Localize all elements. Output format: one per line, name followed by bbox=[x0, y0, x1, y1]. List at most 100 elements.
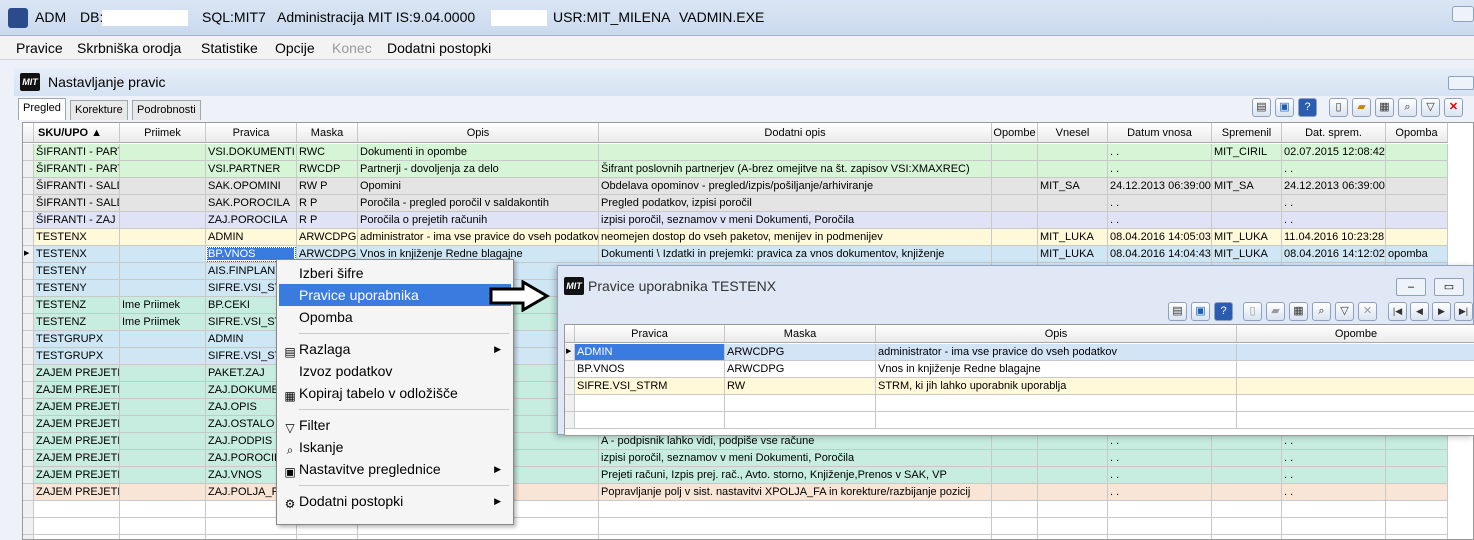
table-cell[interactable]: . . bbox=[1108, 450, 1212, 467]
next-record-icon[interactable]: ▶ bbox=[1432, 302, 1451, 321]
table-cell[interactable]: . . bbox=[1282, 484, 1386, 501]
table-cell[interactable]: ŠIFRANTI - PART bbox=[34, 161, 120, 178]
folder-icon[interactable]: ▰ bbox=[1266, 302, 1285, 321]
minimize-button[interactable] bbox=[1452, 6, 1474, 22]
table-cell[interactable]: STRM, ki jih lahko uporabnik uporablja bbox=[876, 378, 1237, 395]
search-icon[interactable]: ⌕ bbox=[1398, 98, 1417, 117]
table-cell[interactable]: 08.04.2016 14:12:02 bbox=[1282, 246, 1386, 263]
table-cell[interactable]: . . bbox=[1282, 212, 1386, 229]
table-cell[interactable]: Opomini bbox=[358, 178, 599, 195]
row-indicator[interactable] bbox=[23, 195, 34, 212]
table-cell[interactable]: TESTENZ bbox=[34, 297, 120, 314]
row-indicator[interactable] bbox=[23, 178, 34, 195]
table-cell[interactable]: MIT_SA bbox=[1212, 178, 1282, 195]
table-cell[interactable] bbox=[1038, 144, 1108, 161]
folder-icon[interactable]: ▰ bbox=[1352, 98, 1371, 117]
close-icon[interactable]: ✕ bbox=[1358, 302, 1377, 321]
sub-maximize-button[interactable]: ▭ bbox=[1434, 278, 1464, 296]
menu-item-pravice-uporabnika[interactable]: Pravice uporabnika bbox=[279, 284, 511, 306]
table-cell[interactable] bbox=[120, 246, 206, 263]
table-cell[interactable]: ZAJEM PREJETI bbox=[34, 433, 120, 450]
table-cell[interactable] bbox=[120, 229, 206, 246]
table-cell[interactable]: VSI.DOKUMENTI bbox=[206, 144, 297, 161]
menu-item-filter[interactable]: ▽ Filter bbox=[279, 414, 511, 436]
table-cell[interactable] bbox=[1212, 161, 1282, 178]
column-header[interactable]: Opis bbox=[876, 325, 1237, 343]
table-cell[interactable]: . . bbox=[1108, 467, 1212, 484]
table-cell[interactable] bbox=[120, 416, 206, 433]
table-cell[interactable]: Ime Priimek bbox=[120, 297, 206, 314]
row-indicator[interactable] bbox=[23, 399, 34, 416]
table-cell[interactable] bbox=[992, 161, 1038, 178]
row-indicator[interactable] bbox=[23, 467, 34, 484]
table-cell[interactable]: SAK.OPOMINI bbox=[206, 178, 297, 195]
table-cell[interactable]: ZAJEM PREJETI bbox=[34, 416, 120, 433]
row-indicator[interactable] bbox=[23, 144, 34, 161]
table-cell[interactable]: Poročila - pregled poročil v saldakontih bbox=[358, 195, 599, 212]
table-cell[interactable] bbox=[120, 195, 206, 212]
table-cell[interactable]: MIT_CIRIL bbox=[1212, 144, 1282, 161]
sub-minimize-button[interactable]: – bbox=[1396, 278, 1426, 296]
table-cell[interactable]: ŠIFRANTI - PART bbox=[34, 144, 120, 161]
tab-podrobnosti[interactable]: Podrobnosti bbox=[132, 100, 201, 120]
table-cell[interactable]: TESTGRUPX bbox=[34, 348, 120, 365]
menu-item-opomba[interactable]: Opomba bbox=[279, 306, 511, 328]
table-cell[interactable]: TESTENX bbox=[34, 229, 120, 246]
table-cell[interactable] bbox=[992, 178, 1038, 195]
table-cell[interactable] bbox=[1212, 450, 1282, 467]
row-indicator[interactable] bbox=[23, 263, 34, 280]
column-header[interactable]: Spremenil bbox=[1212, 123, 1282, 143]
row-indicator[interactable] bbox=[565, 378, 575, 395]
table-cell[interactable] bbox=[1386, 161, 1448, 178]
table-cell[interactable]: RWC bbox=[297, 144, 358, 161]
table-cell[interactable]: TESTENY bbox=[34, 263, 120, 280]
table-cell[interactable]: . . bbox=[1282, 195, 1386, 212]
table-cell[interactable] bbox=[120, 450, 206, 467]
table-cell[interactable] bbox=[1212, 212, 1282, 229]
menu-item-nastavitve-preglednice[interactable]: ▣ Nastavitve preglednice ▶ bbox=[279, 458, 511, 480]
table-cell[interactable]: SIFRE.VSI_STRM bbox=[575, 378, 725, 395]
child-minimize-button[interactable] bbox=[1448, 76, 1474, 90]
table-row[interactable]: ŠIFRANTI - PART VSI.PARTNER RWCDP Partnerji… bbox=[23, 161, 1473, 178]
table-cell[interactable]: MIT_LUKA bbox=[1212, 246, 1282, 263]
table-cell[interactable]: ZAJEM PREJETI bbox=[34, 484, 120, 501]
table-cell[interactable] bbox=[1386, 450, 1448, 467]
table-cell[interactable]: opomba bbox=[1386, 246, 1448, 263]
table-cell[interactable] bbox=[1212, 484, 1282, 501]
table-cell[interactable]: ŠIFRANTI - SALD bbox=[34, 195, 120, 212]
table-cell[interactable] bbox=[1386, 484, 1448, 501]
search-icon[interactable]: ⌕ bbox=[1312, 302, 1331, 321]
table-cell[interactable]: . . bbox=[1108, 161, 1212, 178]
print-icon[interactable]: ▦ bbox=[1375, 98, 1394, 117]
menu-item-izvoz-podatkov[interactable]: Izvoz podatkov bbox=[279, 360, 511, 382]
table-cell[interactable]: Ime Priimek bbox=[120, 314, 206, 331]
table-cell[interactable]: ŠIFRANTI - ZAJ bbox=[34, 212, 120, 229]
table-cell[interactable] bbox=[1237, 344, 1474, 361]
column-header[interactable]: Pravica bbox=[575, 325, 725, 343]
table-cell[interactable]: 08.04.2016 14:05:03 bbox=[1108, 229, 1212, 246]
table-cell[interactable] bbox=[120, 263, 206, 280]
table-cell[interactable]: Šifrant poslovnih partnerjev (A-brez ome… bbox=[599, 161, 992, 178]
table-cell[interactable] bbox=[992, 450, 1038, 467]
help-icon[interactable]: ? bbox=[1214, 302, 1233, 321]
row-indicator[interactable] bbox=[23, 161, 34, 178]
table-cell[interactable]: TESTGRUPX bbox=[34, 331, 120, 348]
table-cell[interactable] bbox=[1038, 195, 1108, 212]
table-cell[interactable]: Partnerji - dovoljenja za delo bbox=[358, 161, 599, 178]
table-cell[interactable]: . . bbox=[1108, 144, 1212, 161]
table-cell[interactable]: . . bbox=[1108, 484, 1212, 501]
table-cell[interactable] bbox=[120, 484, 206, 501]
column-header[interactable]: Maska bbox=[297, 123, 358, 143]
table-cell[interactable]: R P bbox=[297, 195, 358, 212]
table-cell[interactable]: R P bbox=[297, 212, 358, 229]
table-cell[interactable] bbox=[120, 382, 206, 399]
table-row[interactable]: ŠIFRANTI - SALD SAK.OPOMINI RW P Opomini Obd… bbox=[23, 178, 1473, 195]
menu-opcije[interactable]: Opcije bbox=[275, 40, 315, 56]
column-header[interactable]: Priimek bbox=[120, 123, 206, 143]
table-cell[interactable] bbox=[1038, 212, 1108, 229]
column-header[interactable]: Maska bbox=[725, 325, 876, 343]
row-indicator[interactable] bbox=[23, 212, 34, 229]
table-cell[interactable]: Dokumenti in opombe bbox=[358, 144, 599, 161]
table-cell[interactable]: 11.04.2016 10:23:28 bbox=[1282, 229, 1386, 246]
row-indicator[interactable] bbox=[23, 297, 34, 314]
